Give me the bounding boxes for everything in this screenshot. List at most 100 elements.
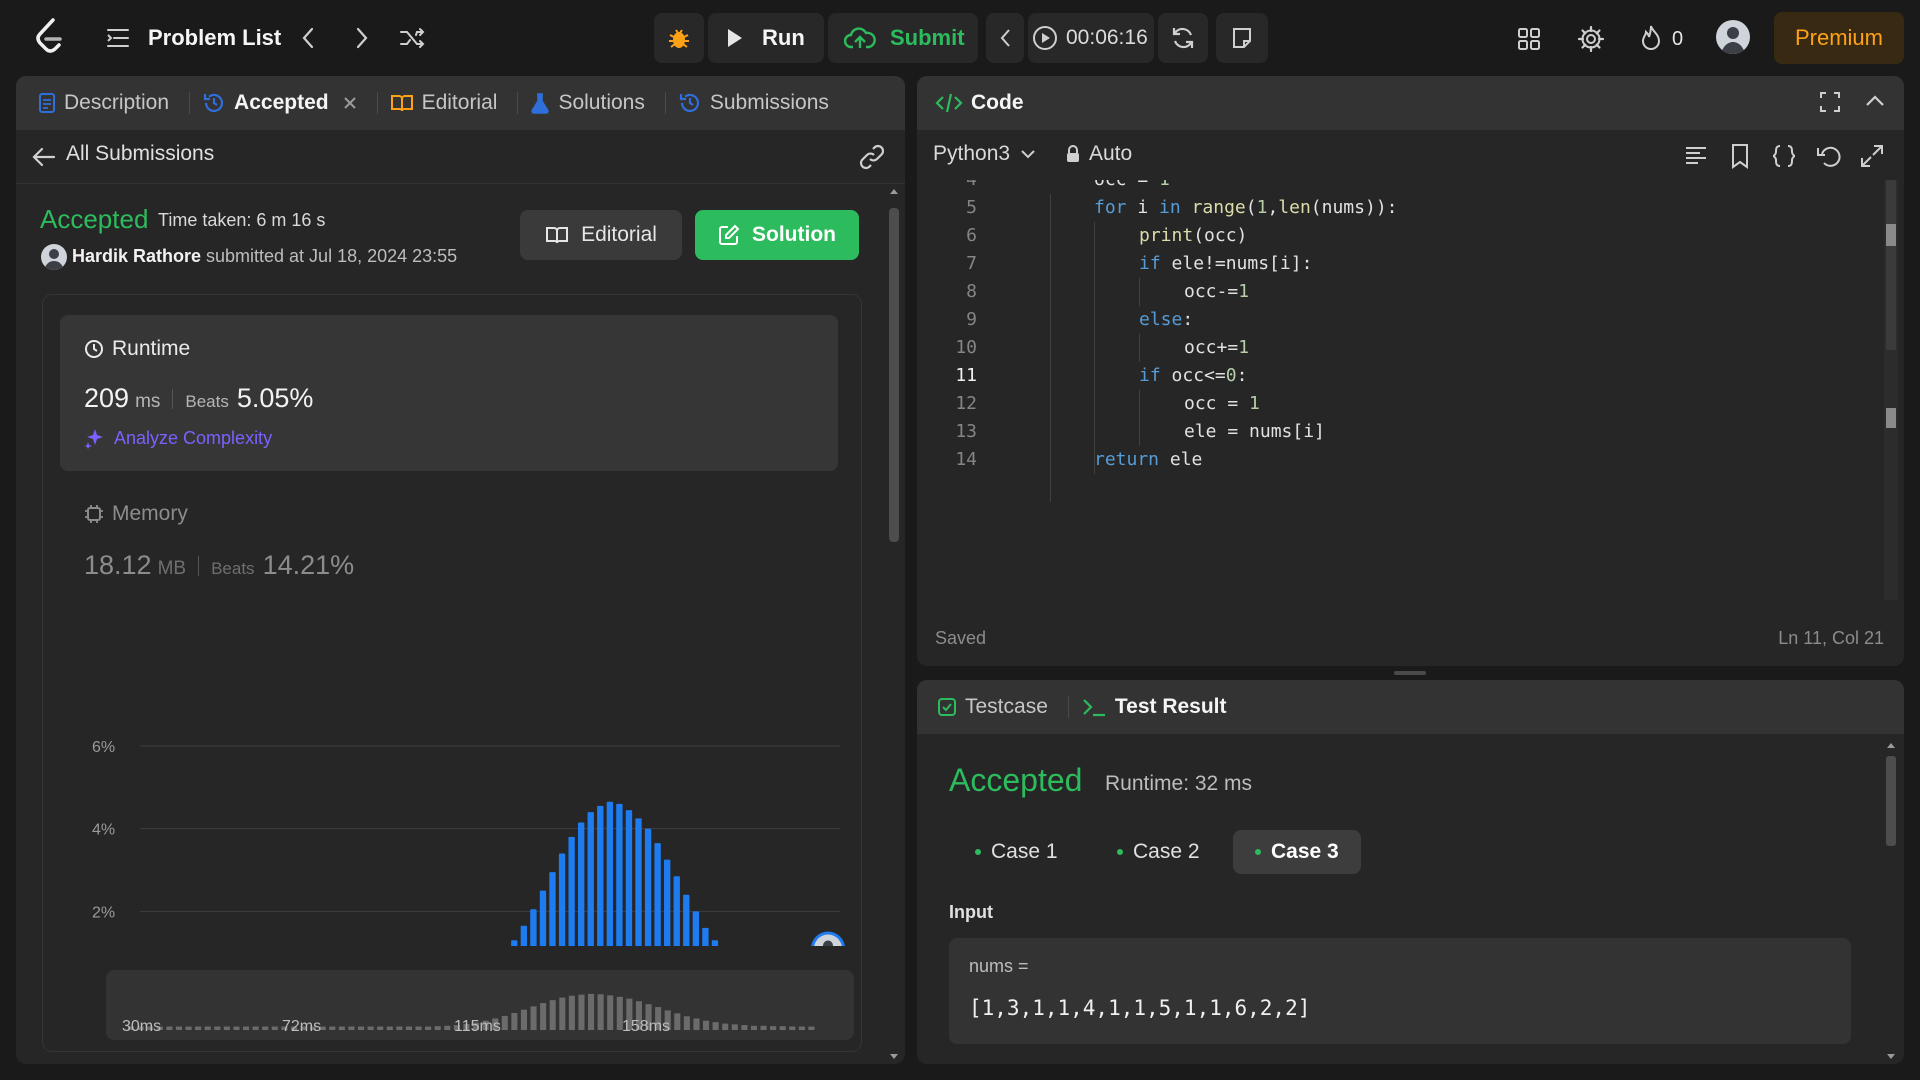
- y-tick-label: 4%: [92, 822, 115, 839]
- book-icon: [390, 95, 413, 112]
- minimap-bar: [712, 1022, 719, 1030]
- submit-button[interactable]: Submit: [828, 13, 978, 63]
- timer-reset-button[interactable]: [1158, 13, 1208, 63]
- refresh-icon: [1172, 27, 1194, 49]
- link-icon[interactable]: [857, 142, 887, 172]
- minimap-bar: [358, 1026, 365, 1030]
- analyze-complexity-link[interactable]: Analyze Complexity: [84, 427, 272, 449]
- code-line[interactable]: 8 occ-=1: [917, 278, 1892, 306]
- scrollbar[interactable]: [885, 186, 903, 1064]
- resize-handle[interactable]: [1394, 671, 1426, 675]
- tab-test-result[interactable]: Test Result: [1081, 680, 1227, 734]
- tab-testcase[interactable]: Testcase: [937, 680, 1081, 734]
- case-tab-3[interactable]: Case 3: [1233, 830, 1361, 874]
- input-value[interactable]: [1,3,1,1,4,1,1,5,1,1,6,2,2]: [969, 996, 1310, 1020]
- sparkle-icon: [85, 429, 103, 449]
- code-line[interactable]: 7 if ele!=nums[i]:: [917, 250, 1892, 278]
- tab-editorial-label: Editorial: [421, 91, 498, 114]
- language-select[interactable]: Python3: [933, 142, 1036, 166]
- minimap-bar: [252, 1026, 259, 1030]
- timer-collapse-button[interactable]: [986, 13, 1024, 63]
- indent-guide: [1139, 278, 1140, 306]
- timer[interactable]: 00:06:16: [1028, 13, 1154, 63]
- fire-icon[interactable]: [1636, 22, 1666, 54]
- minimap-bar: [501, 1015, 508, 1030]
- problem-list-label[interactable]: Problem List: [148, 22, 281, 54]
- auto-mode[interactable]: Auto: [1065, 142, 1132, 166]
- minimap-tick-label: 158ms: [622, 1018, 670, 1035]
- avatar[interactable]: [1716, 20, 1750, 54]
- histogram-bar: [558, 853, 566, 946]
- run-button[interactable]: Run: [708, 13, 824, 63]
- tab-submissions[interactable]: Submissions: [678, 76, 829, 130]
- undo-icon[interactable]: [1814, 142, 1842, 170]
- code-line[interactable]: 5 for i in range(1,len(nums)):: [917, 194, 1892, 222]
- chevron-left-icon[interactable]: [292, 22, 324, 54]
- tab-editorial[interactable]: Editorial: [390, 76, 531, 130]
- code-line[interactable]: 6 print(occ): [917, 222, 1892, 250]
- tab-accepted[interactable]: Accepted: [202, 76, 390, 130]
- gear-icon[interactable]: [1574, 22, 1608, 56]
- minimap-bar: [588, 993, 595, 1030]
- history-icon: [203, 93, 224, 112]
- debug-button[interactable]: [654, 13, 704, 63]
- maximize-icon[interactable]: [1818, 90, 1842, 114]
- tab-solutions[interactable]: Solutions: [530, 76, 677, 130]
- layout-icon[interactable]: [1512, 22, 1546, 56]
- expand-icon[interactable]: [1858, 142, 1886, 170]
- runtime-card[interactable]: Runtime 209 ms Beats 5.05% Analyze Compl…: [60, 315, 838, 471]
- code-text: else:: [1139, 309, 1194, 330]
- shuffle-icon[interactable]: [396, 22, 430, 54]
- code-line[interactable]: 12 occ = 1: [917, 390, 1892, 418]
- arrow-left-icon[interactable]: [30, 144, 58, 170]
- chart-range-minimap[interactable]: 30ms 72ms 115ms 158ms: [106, 970, 854, 1040]
- code-line[interactable]: 4 occ = 1: [917, 180, 1892, 194]
- edit-icon: [719, 224, 740, 245]
- y-tick-label: 2%: [92, 904, 115, 921]
- tab-code[interactable]: Code: [935, 76, 1024, 130]
- chevron-right-icon[interactable]: [346, 22, 378, 54]
- case-tab-2[interactable]: Case 2: [1095, 830, 1222, 874]
- code-line[interactable]: 14 return ele: [917, 446, 1892, 474]
- code-panel: Code Python3 Auto 4 occ = 1 5 for i in rang…: [917, 76, 1904, 666]
- premium-button[interactable]: Premium: [1774, 12, 1904, 64]
- code-line[interactable]: 11 if occ<=0:: [917, 362, 1892, 390]
- chevron-up-icon[interactable]: [1864, 92, 1886, 110]
- code-text: occ-=1: [1184, 281, 1250, 302]
- format-icon[interactable]: [1682, 142, 1710, 170]
- line-number: 10: [955, 337, 977, 358]
- username[interactable]: Hardik Rathore: [72, 246, 201, 267]
- scrollbar[interactable]: [1884, 738, 1898, 1064]
- clock-icon: [85, 340, 103, 358]
- code-line[interactable]: 10 occ+=1: [917, 334, 1892, 362]
- editorial-button[interactable]: Editorial: [520, 210, 682, 260]
- memory-title-label: Memory: [112, 502, 188, 525]
- minimap-bar: [195, 1026, 202, 1030]
- code-editor[interactable]: 4 occ = 1 5 for i in range(1,len(nums)): 6 pr…: [917, 180, 1892, 600]
- pass-dot: [1255, 849, 1261, 855]
- case-tab-1[interactable]: Case 1: [953, 830, 1080, 874]
- case-label: Case 3: [1271, 840, 1339, 863]
- close-icon[interactable]: [343, 96, 357, 110]
- indent-guide: [1139, 390, 1140, 446]
- scrollbar[interactable]: [1884, 180, 1898, 600]
- submission-panel: Description Accepted Editorial Solutions…: [16, 76, 905, 1064]
- tab-description[interactable]: Description: [38, 76, 202, 130]
- leetcode-logo[interactable]: [30, 16, 70, 56]
- histogram-bar: [702, 927, 709, 946]
- pass-dot: [975, 849, 981, 855]
- avatar[interactable]: [41, 244, 67, 270]
- code-line[interactable]: 9 else:: [917, 306, 1892, 334]
- code-line[interactable]: 13 ele = nums[i]: [917, 418, 1892, 446]
- memory-title[interactable]: Memory: [84, 502, 188, 526]
- line-number: 8: [966, 281, 977, 302]
- histogram-bar: [673, 876, 680, 946]
- bookmark-icon[interactable]: [1726, 142, 1754, 170]
- solution-button[interactable]: Solution: [695, 210, 859, 260]
- notes-button[interactable]: [1216, 13, 1268, 63]
- all-submissions-link[interactable]: All Submissions: [66, 142, 214, 166]
- runtime-distribution-chart[interactable]: 0%2%4%6%30ms72ms115ms158ms: [56, 656, 866, 946]
- braces-icon[interactable]: [1770, 142, 1798, 170]
- lock-icon: [1067, 145, 1079, 162]
- problem-list-icon[interactable]: [104, 24, 132, 52]
